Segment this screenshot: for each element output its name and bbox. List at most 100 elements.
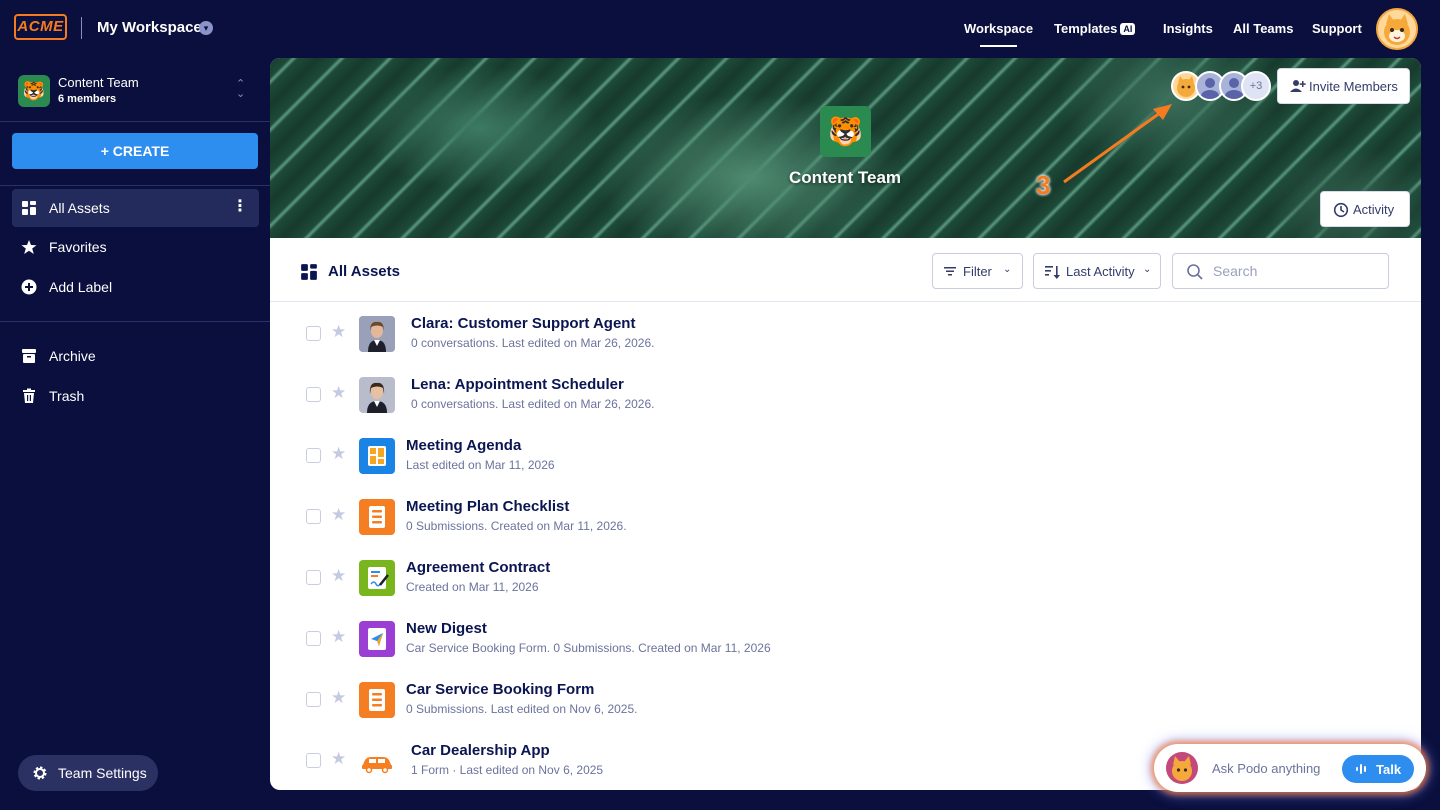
favorite-star-icon[interactable]: ★ — [331, 567, 346, 584]
grid-icon — [22, 201, 36, 215]
asset-title[interactable]: Agreement Contract — [406, 559, 550, 576]
favorite-star-icon[interactable]: ★ — [331, 628, 346, 645]
trash-icon — [23, 388, 35, 403]
nav-templates[interactable]: Templates AI — [1054, 21, 1136, 36]
sidebar-item-archive[interactable]: Archive — [12, 337, 259, 375]
asset-subtitle: 0 conversations. Last edited on Mar 26, … — [411, 397, 655, 411]
acme-logo[interactable]: ACME — [14, 14, 67, 40]
asset-row[interactable]: ★ Lena: Appointment Scheduler 0 conversa… — [270, 364, 1421, 425]
sidebar-item-trash[interactable]: Trash — [12, 377, 259, 415]
team-switcher[interactable]: 🐯 Content Team 6 members ⌃ ⌄ — [18, 73, 258, 107]
workspace-title[interactable]: My Workspace — [97, 19, 202, 36]
sidebar-item-add-label[interactable]: Add Label — [12, 268, 259, 306]
favorite-star-icon[interactable]: ★ — [331, 689, 346, 706]
plus-circle-icon — [21, 279, 37, 295]
create-button[interactable]: + CREATE — [12, 133, 258, 169]
asset-title[interactable]: Lena: Appointment Scheduler — [411, 376, 624, 393]
team-settings-label: Team Settings — [58, 765, 147, 781]
asset-title[interactable]: Car Dealership App — [411, 742, 550, 759]
row-checkbox[interactable] — [306, 692, 321, 707]
nav-workspace[interactable]: Workspace — [964, 21, 1033, 47]
filter-button[interactable]: Filter ⌄ — [932, 253, 1023, 289]
tiger-icon: 🐯 — [820, 106, 871, 157]
nav-support[interactable]: Support — [1312, 21, 1362, 36]
asset-row[interactable]: ★ Clara: Customer Support Agent 0 conver… — [270, 303, 1421, 364]
nav-all-teams[interactable]: All Teams — [1233, 21, 1293, 36]
paper-plane-icon — [368, 628, 386, 650]
row-checkbox[interactable] — [306, 509, 321, 524]
favorite-star-icon[interactable]: ★ — [331, 445, 346, 462]
sidebar-item-all-assets[interactable]: All Assets ⋮ — [12, 189, 259, 227]
grid-icon — [301, 264, 317, 280]
row-checkbox[interactable] — [306, 326, 321, 341]
sort-button[interactable]: Last Activity ⌄ — [1033, 253, 1161, 289]
form-icon — [359, 499, 395, 535]
asset-title[interactable]: Meeting Agenda — [406, 437, 521, 454]
user-avatar[interactable] — [1376, 8, 1418, 50]
main-panel: 🐯 Content Team 3 +3 Invite Members Activ… — [270, 58, 1421, 790]
chevron-down-icon[interactable]: ▾ — [199, 21, 213, 35]
sidebar-divider — [0, 321, 270, 322]
invite-members-button[interactable]: Invite Members — [1277, 68, 1410, 104]
sidebar-item-favorites[interactable]: Favorites — [12, 228, 259, 266]
more-options-icon[interactable]: ⋮ — [232, 198, 248, 216]
cat-avatar-icon — [1384, 14, 1410, 45]
gear-icon — [33, 766, 47, 780]
ask-podo-widget[interactable]: Ask Podo anything Talk — [1154, 744, 1426, 792]
asset-subtitle: 1 Form · Last edited on Nov 6, 2025 — [411, 763, 604, 777]
search-input[interactable] — [1213, 263, 1373, 279]
annotation-number: 3 — [1036, 170, 1051, 200]
search-field[interactable] — [1172, 253, 1389, 289]
asset-title[interactable]: Car Service Booking Form — [406, 681, 594, 698]
asset-subtitle: Last edited on Mar 11, 2026 — [406, 458, 555, 472]
invite-members-label: Invite Members — [1309, 79, 1398, 94]
row-checkbox[interactable] — [306, 631, 321, 646]
asset-title[interactable]: New Digest — [406, 620, 487, 637]
divider — [81, 17, 82, 39]
asset-row[interactable]: ★ New Digest Car Service Booking Form. 0… — [270, 608, 1421, 669]
asset-subtitle: 0 Submissions. Last edited on Nov 6, 202… — [406, 702, 638, 716]
favorite-star-icon[interactable]: ★ — [331, 750, 346, 767]
asset-title[interactable]: Meeting Plan Checklist — [406, 498, 569, 515]
top-bar: ACME My Workspace ▾ Workspace Templates A… — [0, 0, 1440, 58]
asset-row[interactable]: ★ Car Service Booking Form 0 Submissions… — [270, 669, 1421, 730]
asset-subtitle: 0 conversations. Last edited on Mar 26, … — [411, 336, 655, 350]
favorite-star-icon[interactable]: ★ — [331, 506, 346, 523]
team-settings-button[interactable]: Team Settings — [18, 755, 158, 791]
search-icon — [1187, 264, 1203, 280]
app-icon — [359, 743, 395, 779]
woman-portrait-icon — [359, 316, 395, 352]
sort-label: Last Activity — [1066, 264, 1135, 279]
nav-insights[interactable]: Insights — [1163, 21, 1213, 36]
asset-row[interactable]: ★ Meeting Agenda Last edited on Mar 11, … — [270, 425, 1421, 486]
filter-label: Filter — [963, 264, 992, 279]
agent-avatar — [359, 316, 395, 352]
asset-title[interactable]: Clara: Customer Support Agent — [411, 315, 635, 332]
ask-podo-prompt[interactable]: Ask Podo anything — [1212, 761, 1320, 776]
activity-button[interactable]: Activity — [1320, 191, 1410, 227]
row-checkbox[interactable] — [306, 753, 321, 768]
form-document-icon — [369, 689, 385, 711]
history-icon — [1333, 202, 1349, 218]
annotation-arrow-icon — [1063, 104, 1172, 184]
talk-label: Talk — [1376, 762, 1402, 777]
talk-button[interactable]: Talk — [1342, 755, 1414, 783]
sidebar-divider — [0, 121, 270, 122]
team-members-avatars[interactable]: +3 — [1171, 71, 1271, 101]
tiger-icon: 🐯 — [18, 75, 50, 107]
cat-avatar-icon — [1166, 752, 1198, 784]
sidebar-item-label: Add Label — [49, 279, 113, 295]
row-checkbox[interactable] — [306, 387, 321, 402]
assets-toolbar: All Assets Filter ⌄ Last Activity ⌄ — [270, 238, 1421, 302]
row-checkbox[interactable] — [306, 570, 321, 585]
chevron-updown-icon: ⌃ ⌄ — [236, 78, 246, 100]
chevron-down-icon: ⌄ — [1003, 264, 1012, 275]
more-members-count: +3 — [1241, 71, 1271, 101]
favorite-star-icon[interactable]: ★ — [331, 323, 346, 340]
row-checkbox[interactable] — [306, 448, 321, 463]
star-icon — [21, 240, 37, 254]
favorite-star-icon[interactable]: ★ — [331, 384, 346, 401]
asset-row[interactable]: ★ Meeting Plan Checklist 0 Submissions. … — [270, 486, 1421, 547]
filter-icon — [944, 267, 956, 276]
asset-row[interactable]: ★ Agreement Contract Created on Mar 11, … — [270, 547, 1421, 608]
